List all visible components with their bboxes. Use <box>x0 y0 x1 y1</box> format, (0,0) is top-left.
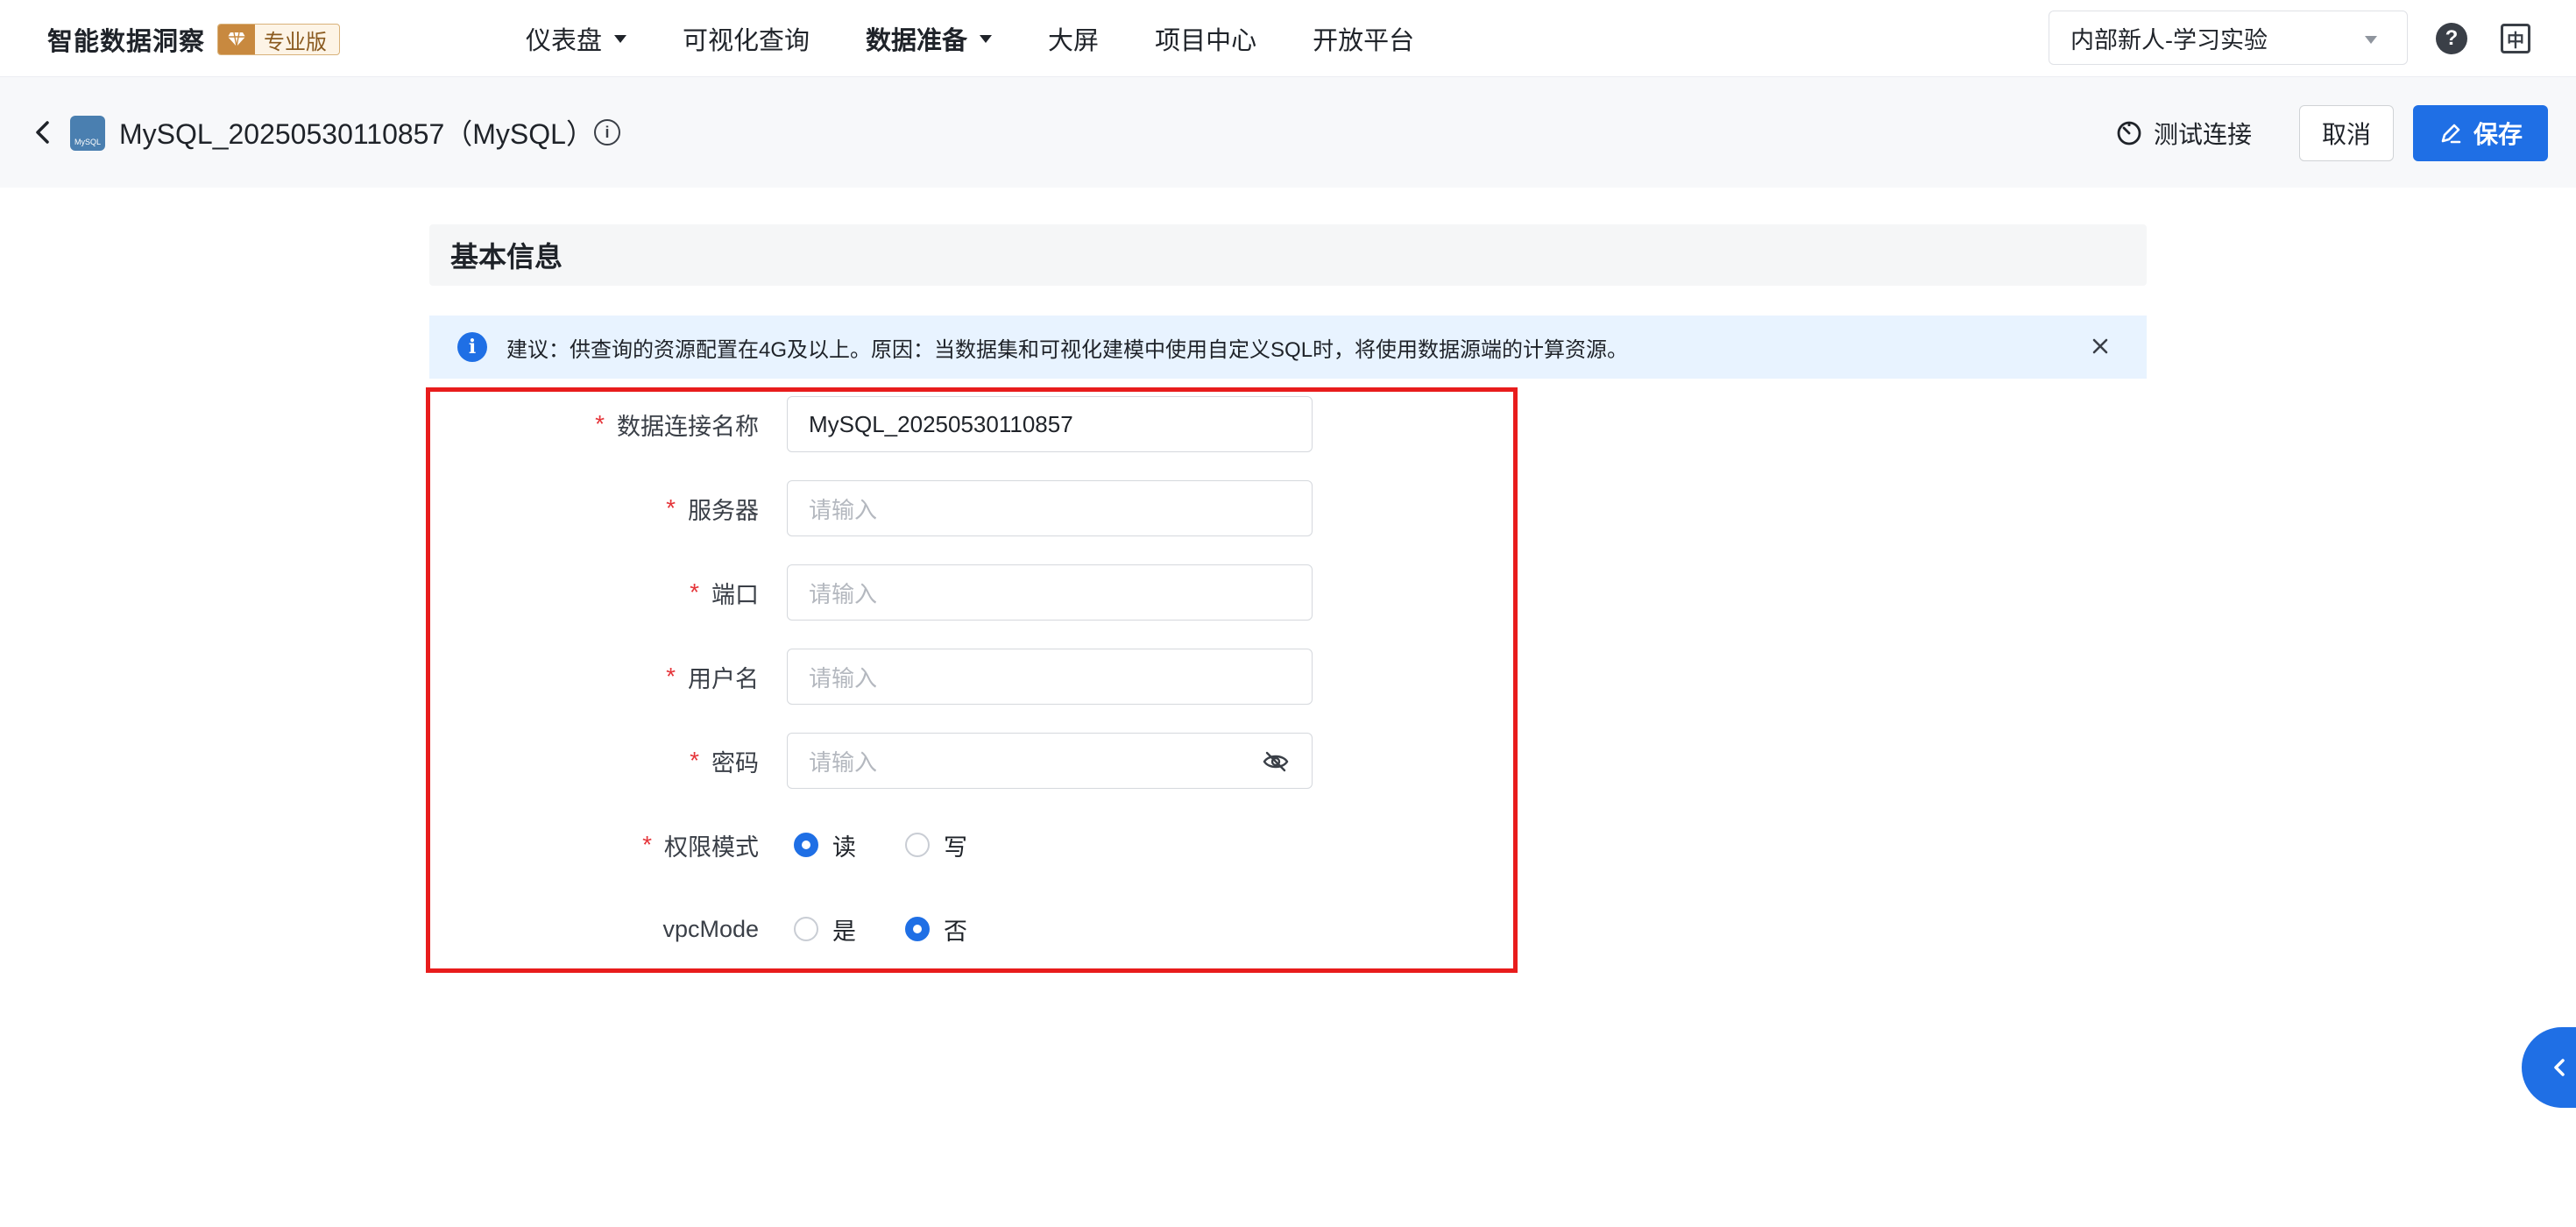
required-mark: * <box>690 747 699 774</box>
radio-label: 是 <box>832 918 856 945</box>
permission-mode-radio-group: 读 写 <box>794 817 1016 873</box>
nav-item-big-screen[interactable]: 大屏 <box>1048 20 1099 57</box>
username-label: * 用户名 <box>429 649 759 705</box>
diamond-icon <box>218 25 256 54</box>
label-text: 用户名 <box>688 665 759 692</box>
label-text: 端口 <box>711 581 759 608</box>
back-chevron-icon[interactable] <box>30 116 56 149</box>
notice-banner: i 建议：供查询的资源配置在4G及以上。原因：当数据集和可视化建模中使用自定义S… <box>429 316 2147 379</box>
save-label: 保存 <box>2473 121 2523 148</box>
edit-pen-icon <box>2441 124 2461 144</box>
server-label: * 服务器 <box>429 480 759 536</box>
port-input[interactable]: 请输入 <box>787 564 1313 621</box>
caret-down-icon <box>980 34 993 43</box>
required-mark: * <box>690 578 699 606</box>
radio-label: 写 <box>944 833 967 861</box>
project-select-value: 内部新人-学习实验 <box>2070 26 2268 53</box>
info-icon[interactable]: i <box>594 119 620 145</box>
radio-option-read[interactable]: 读 <box>794 828 856 862</box>
help-icon[interactable]: ? <box>2436 23 2467 54</box>
form-row-username: * 用户名 请输入 <box>0 649 1314 705</box>
edition-label: 专业版 <box>264 30 328 54</box>
radio-button[interactable] <box>794 917 818 941</box>
main-nav: 仪表盘 可视化查询 数据准备 大屏 项目中心 开放平台 <box>526 0 1470 77</box>
connection-name-label: * 数据连接名称 <box>429 396 759 452</box>
close-icon[interactable] <box>2089 335 2112 358</box>
language-icon[interactable]: 中 <box>2501 24 2530 53</box>
radio-button[interactable] <box>794 833 818 857</box>
radio-option-no[interactable]: 否 <box>905 912 967 947</box>
test-connection-label: 测试连接 <box>2154 121 2253 148</box>
caret-down-icon <box>2365 36 2377 44</box>
form-content: 基本信息 i 建议：供查询的资源配置在4G及以上。原因：当数据集和可视化建模中使… <box>0 188 2576 1227</box>
caret-down-icon <box>614 34 627 43</box>
server-input[interactable]: 请输入 <box>787 480 1313 536</box>
notice-text: 建议：供查询的资源配置在4G及以上。原因：当数据集和可视化建模中使用自定义SQL… <box>506 337 1629 362</box>
label-text: 数据连接名称 <box>617 413 759 440</box>
nav-item-label: 可视化查询 <box>683 27 810 55</box>
save-button[interactable]: 保存 <box>2413 105 2548 161</box>
nav-item-open-platform[interactable]: 开放平台 <box>1313 20 1414 57</box>
top-navigation-bar: 智能数据洞察 专业版 仪表盘 可视化查询 数据准备 大屏 项目中心 开放平台 内… <box>0 0 2576 77</box>
nav-item-label: 数据准备 <box>866 27 968 55</box>
brand-name: 智能数据洞察 <box>47 28 206 56</box>
nav-item-visual-query[interactable]: 可视化查询 <box>683 20 810 57</box>
form-row-server: * 服务器 请输入 <box>0 480 1314 536</box>
radio-option-write[interactable]: 写 <box>905 828 967 862</box>
section-title: 基本信息 <box>429 224 2147 286</box>
form-row-port: * 端口 请输入 <box>0 564 1314 621</box>
password-label: * 密码 <box>429 733 759 789</box>
label-text: 服务器 <box>688 497 759 524</box>
cancel-button[interactable]: 取消 <box>2299 105 2394 161</box>
required-mark: * <box>666 663 676 690</box>
required-mark: * <box>642 831 652 858</box>
form-row-permission-mode: * 权限模式 读 写 <box>0 817 1314 873</box>
form-row-password: * 密码 请输入 <box>0 733 1314 789</box>
vpc-mode-label: vpcMode <box>429 901 759 957</box>
db-icon-text: MySQL <box>74 138 101 146</box>
project-select[interactable]: 内部新人-学习实验 <box>2049 11 2408 65</box>
form-row-connection-name: * 数据连接名称 MySQL_20250530110857 <box>0 396 1314 452</box>
username-input[interactable]: 请输入 <box>787 649 1313 705</box>
label-text: vpcMode <box>662 915 759 942</box>
radio-label: 读 <box>832 833 856 861</box>
nav-item-label: 项目中心 <box>1155 27 1257 55</box>
timer-icon <box>2117 121 2141 145</box>
info-icon: i <box>457 332 487 362</box>
brand[interactable]: 智能数据洞察 专业版 <box>47 21 341 58</box>
radio-button[interactable] <box>905 917 930 941</box>
port-label: * 端口 <box>429 564 759 621</box>
nav-item-project-center[interactable]: 项目中心 <box>1155 20 1256 57</box>
nav-item-data-prep[interactable]: 数据准备 <box>866 20 993 57</box>
vpc-mode-radio-group: 是 否 <box>794 901 1016 957</box>
page-title: MySQL_20250530110857（MySQL） <box>119 118 594 150</box>
label-text: 权限模式 <box>664 833 759 861</box>
password-input[interactable]: 请输入 <box>787 733 1313 789</box>
nav-item-label: 仪表盘 <box>526 27 603 55</box>
form-row-vpc-mode: vpcMode 是 否 <box>0 901 1314 957</box>
radio-option-yes[interactable]: 是 <box>794 912 856 947</box>
edition-badge: 专业版 <box>217 24 341 55</box>
required-mark: * <box>666 494 676 521</box>
nav-item-dashboard[interactable]: 仪表盘 <box>526 20 627 57</box>
collapse-chevron-icon <box>2554 1059 2565 1076</box>
label-text: 密码 <box>711 749 759 777</box>
radio-label: 否 <box>944 918 967 945</box>
password-placeholder: 请输入 <box>809 748 878 776</box>
test-connection-button[interactable]: 测试连接 <box>2115 114 2252 152</box>
nav-item-label: 开放平台 <box>1313 27 1415 55</box>
mysql-db-icon: MySQL <box>70 116 105 151</box>
connection-name-input[interactable]: MySQL_20250530110857 <box>787 396 1313 452</box>
eye-off-icon[interactable] <box>1263 749 1289 774</box>
permission-mode-label: * 权限模式 <box>429 817 759 873</box>
nav-item-label: 大屏 <box>1048 27 1100 55</box>
required-mark: * <box>595 410 605 437</box>
radio-button[interactable] <box>905 833 930 857</box>
